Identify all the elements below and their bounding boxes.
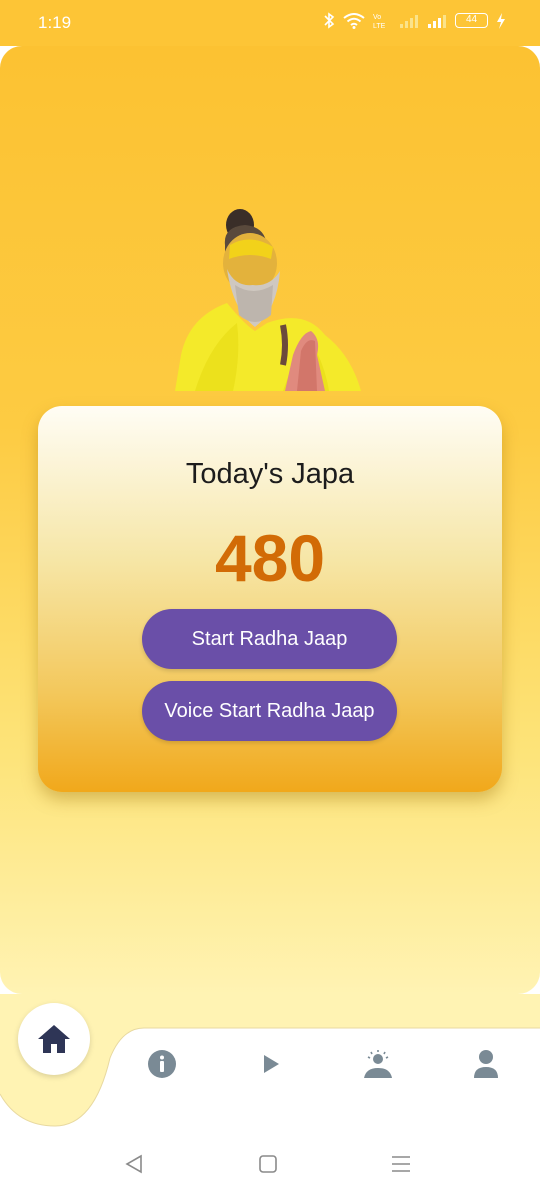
wifi-icon — [343, 12, 365, 29]
nav-meditation-button[interactable] — [362, 1048, 394, 1080]
card-title: Today's Japa — [185, 458, 355, 490]
start-radha-jaap-button[interactable]: Start Radha Jaap — [142, 609, 397, 669]
play-icon — [264, 1055, 279, 1073]
status-time: 1:19 — [38, 13, 72, 32]
signal-icon-2 — [428, 14, 446, 28]
home-icon — [38, 1025, 70, 1053]
system-nav-bar — [0, 1134, 540, 1204]
nav-play-button[interactable] — [255, 1048, 287, 1080]
battery-icon: 44 — [455, 13, 488, 28]
status-icons: Vo LTE 44 — [323, 12, 506, 29]
status-bar: 1:19 Vo LTE 44 — [0, 0, 540, 46]
nav-info-button[interactable] — [146, 1048, 178, 1080]
japa-count: 480 — [214, 521, 326, 595]
nav-profile-button[interactable] — [470, 1048, 502, 1080]
menu-icon[interactable] — [390, 1154, 412, 1174]
japa-card: Today's Japa 480 Start Radha Jaap Voice … — [38, 406, 502, 792]
guru-image — [175, 209, 361, 391]
nav-home-button[interactable] — [18, 1003, 90, 1075]
volte-icon: Vo LTE — [373, 14, 386, 29]
meditation-icon — [364, 1050, 392, 1078]
home-square-icon[interactable] — [258, 1154, 278, 1174]
svg-text:Vo: Vo — [373, 14, 381, 21]
svg-text:LTE: LTE — [373, 23, 386, 29]
info-icon — [148, 1050, 176, 1078]
voice-start-radha-jaap-button[interactable]: Voice Start Radha Jaap — [142, 681, 397, 741]
back-icon[interactable] — [124, 1154, 144, 1174]
charging-icon — [497, 12, 505, 29]
person-icon — [474, 1050, 498, 1078]
bluetooth-icon — [324, 12, 335, 29]
signal-icon — [400, 14, 418, 28]
